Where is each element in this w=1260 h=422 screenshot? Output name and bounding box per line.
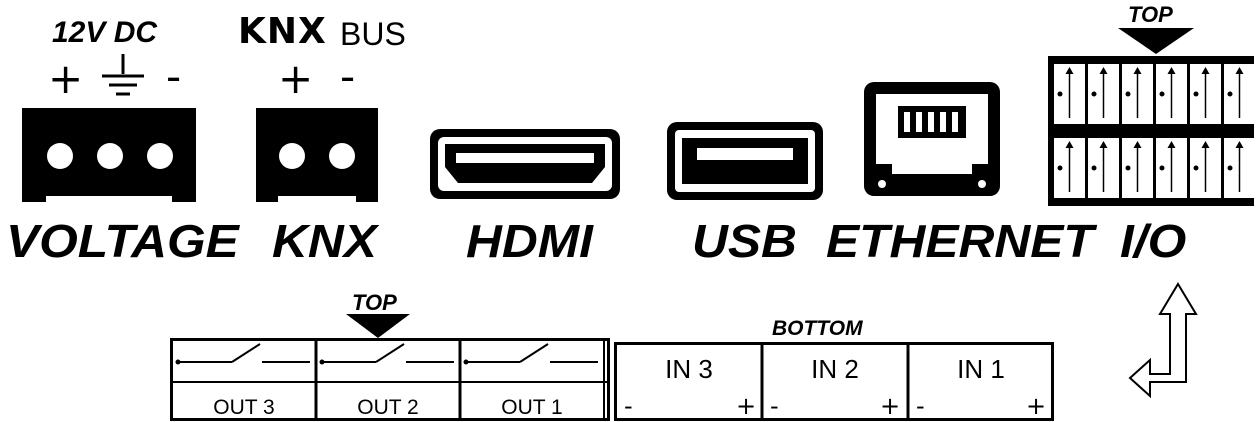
relay-top-marker: TOP <box>352 290 397 315</box>
io-pin-dot <box>1057 91 1063 97</box>
relay-output-label: OUT 2 <box>357 396 419 419</box>
knx-terminal <box>256 108 378 202</box>
knx-plus: + <box>278 54 314 103</box>
input-label: IN 2 <box>811 354 859 384</box>
hdmi-port-icon <box>430 129 620 199</box>
usb-label: USB <box>692 215 797 267</box>
orientation-arrow-icon <box>1128 282 1198 399</box>
relay-output-label: OUT 1 <box>501 396 563 419</box>
io-pin-dot <box>1193 165 1199 171</box>
usb-port-icon <box>667 122 823 200</box>
power-minus: - <box>166 52 182 101</box>
input-plus: + <box>736 392 757 420</box>
io-pin-dot <box>1057 165 1063 171</box>
knx-bus-label: BUS <box>340 16 406 52</box>
relay-output-label: OUT 3 <box>213 396 275 419</box>
io-pin-dot <box>1227 165 1233 171</box>
io-pin-dot <box>1227 91 1233 97</box>
input-minus: - <box>624 392 633 420</box>
io-pin-dot <box>1125 91 1131 97</box>
power-plus: + <box>48 54 84 103</box>
voltage-terminal <box>22 108 196 202</box>
input-label: IN 3 <box>665 354 713 384</box>
power-header: 12V DC <box>52 16 158 49</box>
knx-minus: - <box>340 52 356 101</box>
io-pin-dot <box>1091 165 1097 171</box>
voltage-label: VOLTAGE <box>6 215 239 267</box>
input-label: IN 1 <box>957 354 1005 384</box>
ground-icon <box>102 54 144 96</box>
io-top-arrow-icon <box>1118 28 1194 54</box>
io-top-marker: TOP <box>1128 2 1173 27</box>
io-pin-dot <box>1091 91 1097 97</box>
input-plus: + <box>880 392 901 420</box>
knx-logo: KNX <box>238 11 327 52</box>
hdmi-label: HDMI <box>466 215 593 267</box>
input-plus: + <box>1026 392 1047 420</box>
input-minus: - <box>916 392 925 420</box>
io-pin-dot <box>1193 91 1199 97</box>
input-minus: - <box>770 392 779 420</box>
io-connector-icon <box>1048 56 1255 206</box>
knx-label: KNX <box>272 215 377 267</box>
io-pin-dot <box>1159 165 1165 171</box>
ethernet-label: ETHERNET <box>826 215 1094 267</box>
ethernet-port-icon <box>864 82 1000 196</box>
relay-top-arrow-icon <box>346 314 410 338</box>
io-label: I/O <box>1120 215 1187 267</box>
io-pin-dot <box>1159 91 1165 97</box>
io-pin-dot <box>1125 165 1131 171</box>
input-bottom-marker: BOTTOM <box>772 317 863 340</box>
